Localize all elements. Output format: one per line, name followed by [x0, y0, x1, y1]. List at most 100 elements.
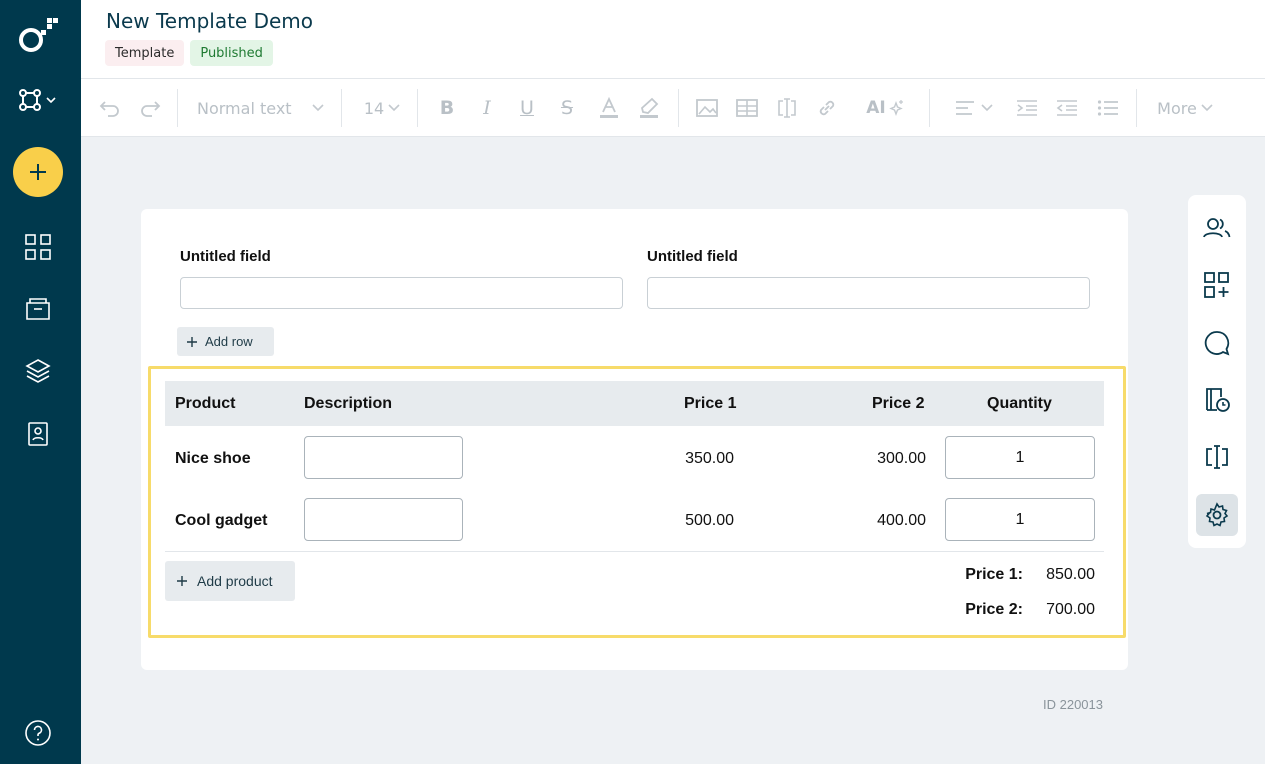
toolbar-divider — [417, 89, 418, 127]
chevron-down-icon — [1201, 104, 1213, 112]
bold-icon: B — [439, 97, 455, 119]
page-title: New Template Demo — [106, 9, 314, 33]
help-icon[interactable] — [24, 719, 52, 747]
product-table-header: Product Description Price 1 Price 2 Quan… — [165, 381, 1104, 426]
workspace-icon — [19, 89, 41, 111]
undo-button[interactable] — [97, 93, 123, 123]
folder-icon — [26, 298, 50, 320]
align-left-icon — [956, 101, 974, 115]
bullet-list-icon — [1097, 100, 1118, 116]
price1-value: 350.00 — [685, 450, 734, 467]
insert-image-button[interactable] — [695, 93, 719, 123]
text-color-icon — [600, 97, 618, 118]
document-canvas: Untitled field Untitled field Add row Pr… — [141, 209, 1128, 670]
text-cursor-icon — [1206, 445, 1228, 469]
total-price2-label: Price 2: — [965, 601, 1023, 618]
underline-icon: U — [520, 97, 534, 119]
italic-button[interactable]: I — [475, 93, 499, 123]
quantity-input[interactable]: 1 — [945, 436, 1095, 479]
description-input[interactable] — [304, 498, 463, 541]
insert-table-button[interactable] — [735, 93, 759, 123]
participants-button[interactable] — [1196, 207, 1238, 249]
strikethrough-button[interactable]: S — [555, 93, 579, 123]
insert-field-button[interactable] — [775, 93, 799, 123]
toolbar-divider — [177, 89, 178, 127]
logo-icon[interactable] — [17, 16, 61, 56]
column-header-description: Description — [304, 394, 393, 412]
workspace-switcher[interactable] — [18, 86, 62, 114]
outdent-button[interactable] — [1055, 93, 1079, 123]
underline-button[interactable]: U — [515, 93, 539, 123]
left-nav — [0, 0, 81, 764]
editor-toolbar: Normal text 14 B I U S AI More — [81, 79, 1265, 137]
total-price2-value: 700.00 — [1046, 601, 1095, 618]
plus-icon — [177, 576, 187, 586]
field-label: Untitled field — [647, 248, 738, 265]
indent-button[interactable] — [1015, 93, 1039, 123]
document-id: ID 220013 — [1043, 697, 1103, 712]
nav-documents[interactable] — [24, 294, 52, 322]
bullet-list-button[interactable] — [1096, 93, 1120, 123]
toolbar-divider — [341, 89, 342, 127]
plus-icon — [187, 336, 197, 347]
comments-button[interactable] — [1196, 322, 1238, 364]
nav-dashboard[interactable] — [24, 233, 52, 261]
redo-button[interactable] — [137, 93, 163, 123]
sparkle-icon — [888, 100, 903, 116]
ai-label: AI — [866, 98, 886, 118]
settings-icon — [1205, 502, 1229, 527]
total-price1-label: Price 1: — [965, 566, 1023, 583]
comment-icon — [1204, 331, 1230, 356]
column-header-product: Product — [175, 394, 236, 412]
chevron-down-icon — [388, 104, 400, 112]
more-label: More — [1157, 98, 1197, 118]
text-color-button[interactable] — [597, 93, 621, 123]
more-menu[interactable]: More — [1155, 93, 1215, 123]
product-name: Cool gadget — [175, 512, 268, 529]
chevron-down-icon — [46, 97, 56, 104]
add-widget-icon — [1204, 272, 1229, 298]
ai-assist-button[interactable]: AI — [861, 93, 909, 123]
untitled-field-input[interactable] — [180, 277, 623, 309]
template-badge: Template — [105, 40, 185, 66]
link-icon — [819, 100, 835, 116]
add-row-label: Add row — [205, 334, 253, 349]
bold-button[interactable]: B — [435, 93, 459, 123]
nav-contacts[interactable] — [24, 420, 52, 448]
layers-icon — [25, 359, 51, 383]
column-header-price1: Price 1 — [684, 394, 737, 412]
highlight-button[interactable] — [637, 93, 661, 123]
product-table-block[interactable]: Product Description Price 1 Price 2 Quan… — [148, 366, 1126, 638]
align-select[interactable] — [951, 93, 997, 123]
chevron-down-icon — [981, 104, 993, 112]
image-icon — [696, 99, 718, 117]
column-header-price2: Price 2 — [872, 394, 925, 412]
history-button[interactable] — [1196, 379, 1238, 421]
toolbar-divider — [678, 89, 679, 127]
highlighter-icon — [640, 97, 659, 118]
text-style-select[interactable]: Normal text — [197, 93, 325, 123]
add-row-button[interactable]: Add row — [177, 327, 274, 356]
insert-link-button[interactable] — [815, 93, 839, 123]
status-badges: Template Published — [105, 40, 273, 66]
untitled-field-input[interactable] — [647, 277, 1090, 309]
toolbar-divider — [1136, 89, 1137, 127]
add-content-button[interactable] — [1196, 264, 1238, 306]
description-input[interactable] — [304, 436, 463, 479]
add-product-button[interactable]: Add product — [165, 561, 295, 601]
header: New Template Demo Template Published — [81, 0, 1265, 79]
quantity-input[interactable]: 1 — [945, 498, 1095, 541]
settings-button[interactable] — [1196, 494, 1238, 536]
text-style-label: Normal text — [197, 98, 292, 118]
font-size-select[interactable]: 14 — [361, 93, 403, 123]
fields-button[interactable] — [1196, 436, 1238, 478]
italic-icon: I — [483, 97, 491, 119]
undo-icon — [99, 101, 119, 117]
plus-icon — [30, 164, 46, 180]
redo-icon — [141, 101, 161, 117]
nav-templates[interactable] — [24, 357, 52, 385]
grid-icon — [25, 234, 51, 260]
font-size-label: 14 — [363, 98, 385, 118]
strikethrough-icon: S — [560, 97, 574, 119]
create-button[interactable] — [13, 147, 63, 197]
